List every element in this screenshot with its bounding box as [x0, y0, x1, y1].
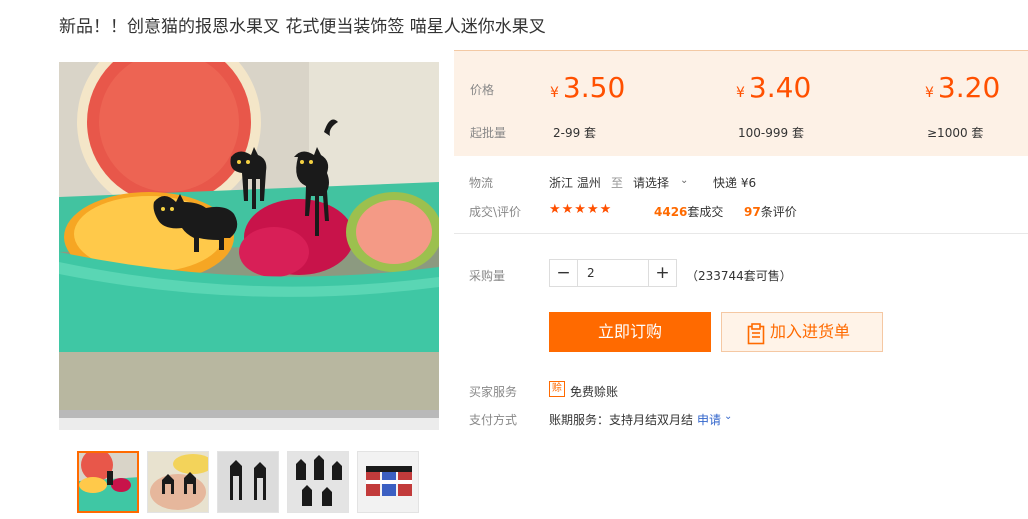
section-divider: [454, 233, 1028, 234]
buyer-service-label: 买家服务: [469, 385, 518, 399]
thumbnail-1[interactable]: [77, 451, 139, 513]
price-tier-2: ¥3.40: [736, 71, 812, 104]
increase-button[interactable]: +: [649, 260, 676, 286]
range-tier-1: 2-99 套: [553, 126, 597, 140]
apply-chevron-down-icon[interactable]: ⌄: [724, 411, 732, 422]
payment-terms: 账期服务：支持月结双月结: [549, 413, 694, 427]
buy-now-button[interactable]: 立即订购: [549, 312, 711, 352]
image-shadow: [59, 418, 439, 430]
shipping-to: 至: [611, 176, 624, 190]
range-tier-2: 100-999 套: [738, 126, 804, 140]
credit-badge-icon: 赊: [549, 381, 565, 397]
sold-count[interactable]: 4426套成交: [654, 203, 723, 220]
thumbnail-3[interactable]: [217, 451, 279, 513]
image-scrollbar: [59, 410, 439, 418]
chevron-down-icon[interactable]: ⌄: [680, 175, 688, 186]
moq-label: 起批量: [470, 126, 507, 140]
sales-label: 成交\评价: [469, 205, 522, 219]
apply-link[interactable]: 申请: [697, 411, 721, 428]
price-tier-1: ¥3.50: [550, 71, 626, 104]
thumbnail-2[interactable]: [147, 451, 209, 513]
logistics-label: 物流: [469, 176, 494, 190]
destination-select[interactable]: 请选择: [633, 174, 669, 191]
product-title: 新品！！创意猫的报恩水果叉 花式便当装饰签 喵星人迷你水果叉: [59, 17, 546, 37]
stock-available: （233744套可售）: [686, 269, 792, 283]
quantity-input[interactable]: 2: [577, 260, 649, 286]
payment-label: 支付方式: [469, 413, 518, 427]
thumbnail-5[interactable]: [357, 451, 419, 513]
shipping-fee: 快递 ¥6: [713, 176, 757, 190]
range-tier-3: ≥1000 套: [927, 126, 984, 140]
quantity-stepper: − 2 +: [549, 259, 677, 287]
thumbnail-4[interactable]: [287, 451, 349, 513]
decrease-button[interactable]: −: [550, 260, 577, 286]
main-product-image[interactable]: [59, 62, 439, 412]
price-box: 价格 起批量 ¥3.50 ¥3.40 ¥3.20 2-99 套 100-999 …: [454, 50, 1028, 156]
rating-stars-icon: ★★★★★: [549, 202, 613, 217]
review-count[interactable]: 97条评价: [744, 203, 797, 220]
price-label: 价格: [470, 83, 495, 97]
shipping-origin: 浙江 温州: [549, 176, 601, 190]
add-to-list-label: 加入进货单: [770, 322, 851, 341]
price-tier-3: ¥3.20: [925, 71, 1001, 104]
quantity-label: 采购量: [469, 269, 506, 283]
free-credit: 免费赊账: [570, 385, 619, 399]
add-to-list-button[interactable]: 加入进货单: [721, 312, 883, 352]
clipboard-icon: [747, 321, 765, 359]
